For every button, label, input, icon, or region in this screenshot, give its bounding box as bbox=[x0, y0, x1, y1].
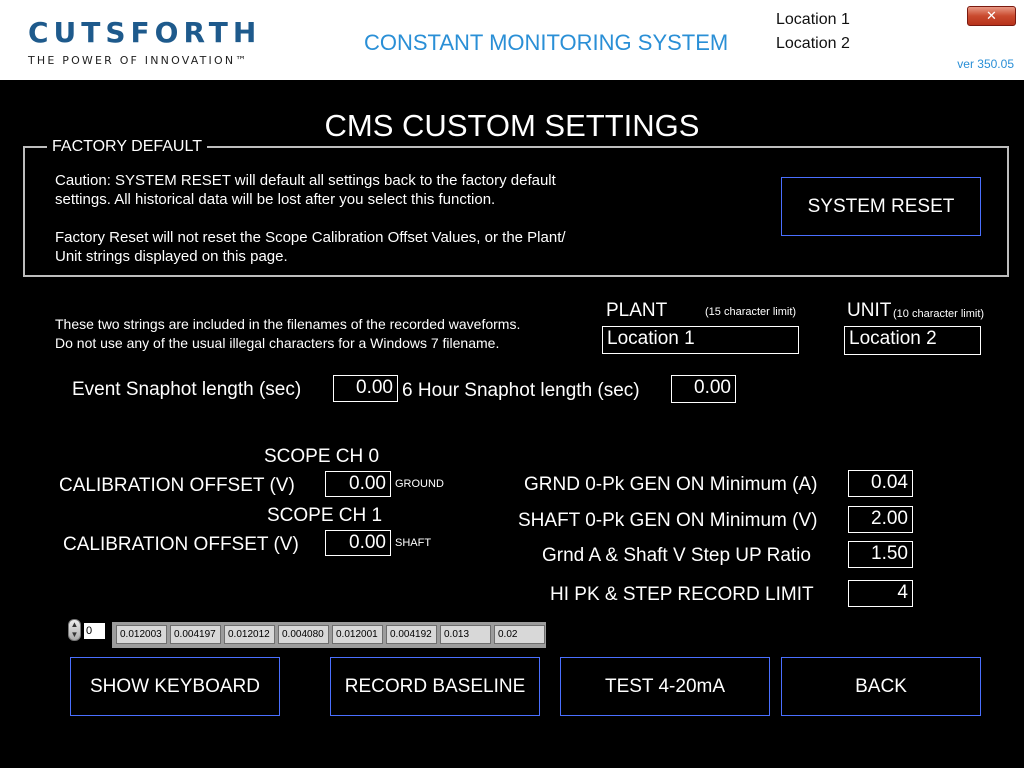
scope-ch0-offset-label: CALIBRATION OFFSET (V) bbox=[59, 475, 295, 496]
array-cell[interactable]: 0.004197 bbox=[170, 625, 221, 644]
scope-ch0-offset-input[interactable]: 0.00 bbox=[325, 471, 391, 497]
strings-info-line-1: These two strings are included in the fi… bbox=[55, 316, 521, 332]
grnd-min-input[interactable]: 0.04 bbox=[848, 470, 913, 497]
array-index-input[interactable]: 0 bbox=[84, 623, 105, 639]
app-title: CONSTANT MONITORING SYSTEM bbox=[364, 30, 729, 55]
array-cell[interactable]: 0.004080 bbox=[278, 625, 329, 644]
plant-input[interactable]: Location 1 bbox=[602, 326, 799, 354]
caution-text-line-1: Caution: SYSTEM RESET will default all s… bbox=[55, 172, 556, 189]
event-snapshot-input[interactable]: 0.00 bbox=[333, 375, 398, 402]
reset-note-line-1: Factory Reset will not reset the Scope C… bbox=[55, 229, 566, 246]
shaft-min-input[interactable]: 2.00 bbox=[848, 506, 913, 533]
grnd-min-label: GRND 0-Pk GEN ON Minimum (A) bbox=[524, 474, 818, 495]
version-label: ver 350.05 bbox=[957, 57, 1014, 71]
header-location-1: Location 1 bbox=[776, 11, 850, 28]
array-cell[interactable]: 0.004192 bbox=[386, 625, 437, 644]
caution-text-line-2: settings. All historical data will be lo… bbox=[55, 191, 496, 208]
plant-label: PLANT bbox=[606, 300, 668, 321]
six-hour-snapshot-input[interactable]: 0.00 bbox=[671, 375, 736, 403]
event-snapshot-label: Event Snaphot length (sec) bbox=[72, 379, 302, 400]
header-location-2: Location 2 bbox=[776, 35, 850, 52]
show-keyboard-button[interactable]: SHOW KEYBOARD bbox=[70, 657, 280, 716]
scope-ch1-title: SCOPE CH 1 bbox=[267, 505, 383, 526]
step-up-ratio-label: Grnd A & Shaft V Step UP Ratio bbox=[542, 545, 811, 566]
shaft-min-label: SHAFT 0-Pk GEN ON Minimum (V) bbox=[518, 510, 818, 531]
array-cell[interactable]: 0.012012 bbox=[224, 625, 275, 644]
back-button[interactable]: BACK bbox=[781, 657, 981, 716]
array-cell[interactable]: 0.02 bbox=[494, 625, 545, 644]
scope-ch1-offset-input[interactable]: 0.00 bbox=[325, 530, 391, 556]
scope-ch1-unit: SHAFT bbox=[395, 537, 432, 549]
hi-pk-limit-input[interactable]: 4 bbox=[848, 580, 913, 607]
cutsforth-logo: CUTSFORTH bbox=[28, 16, 262, 49]
strings-info-line-2: Do not use any of the usual illegal char… bbox=[55, 335, 500, 351]
close-icon: ✕ bbox=[986, 8, 997, 23]
array-index-spinner[interactable]: ▲ ▼ bbox=[68, 619, 81, 641]
close-button[interactable]: ✕ bbox=[967, 6, 1016, 26]
scope-ch0-unit: GROUND bbox=[395, 478, 444, 490]
scope-ch1-offset-label: CALIBRATION OFFSET (V) bbox=[63, 534, 299, 555]
hi-pk-limit-label: HI PK & STEP RECORD LIMIT bbox=[550, 584, 814, 605]
baseline-array: 0.012003 0.004197 0.012012 0.004080 0.01… bbox=[112, 622, 546, 648]
unit-input[interactable]: Location 2 bbox=[844, 326, 981, 355]
unit-limit-note: (10 character limit) bbox=[893, 308, 985, 320]
unit-label: UNIT bbox=[847, 300, 892, 321]
test-4-20ma-button[interactable]: TEST 4-20mA bbox=[560, 657, 770, 716]
array-cell[interactable]: 0.013 bbox=[440, 625, 491, 644]
step-up-ratio-input[interactable]: 1.50 bbox=[848, 541, 913, 568]
logo-tagline: THE POWER OF INNOVATION™ bbox=[28, 54, 249, 67]
record-baseline-button[interactable]: RECORD BASELINE bbox=[330, 657, 540, 716]
six-hour-snapshot-label: 6 Hour Snaphot length (sec) bbox=[402, 380, 640, 401]
factory-default-legend: FACTORY DEFAULT bbox=[47, 138, 207, 156]
array-cell[interactable]: 0.012003 bbox=[116, 625, 167, 644]
plant-limit-note: (15 character limit) bbox=[705, 306, 797, 318]
system-reset-button[interactable]: SYSTEM RESET bbox=[781, 177, 981, 236]
array-cell[interactable]: 0.012001 bbox=[332, 625, 383, 644]
scope-ch0-title: SCOPE CH 0 bbox=[264, 446, 380, 467]
reset-note-line-2: Unit strings displayed on this page. bbox=[55, 248, 288, 265]
